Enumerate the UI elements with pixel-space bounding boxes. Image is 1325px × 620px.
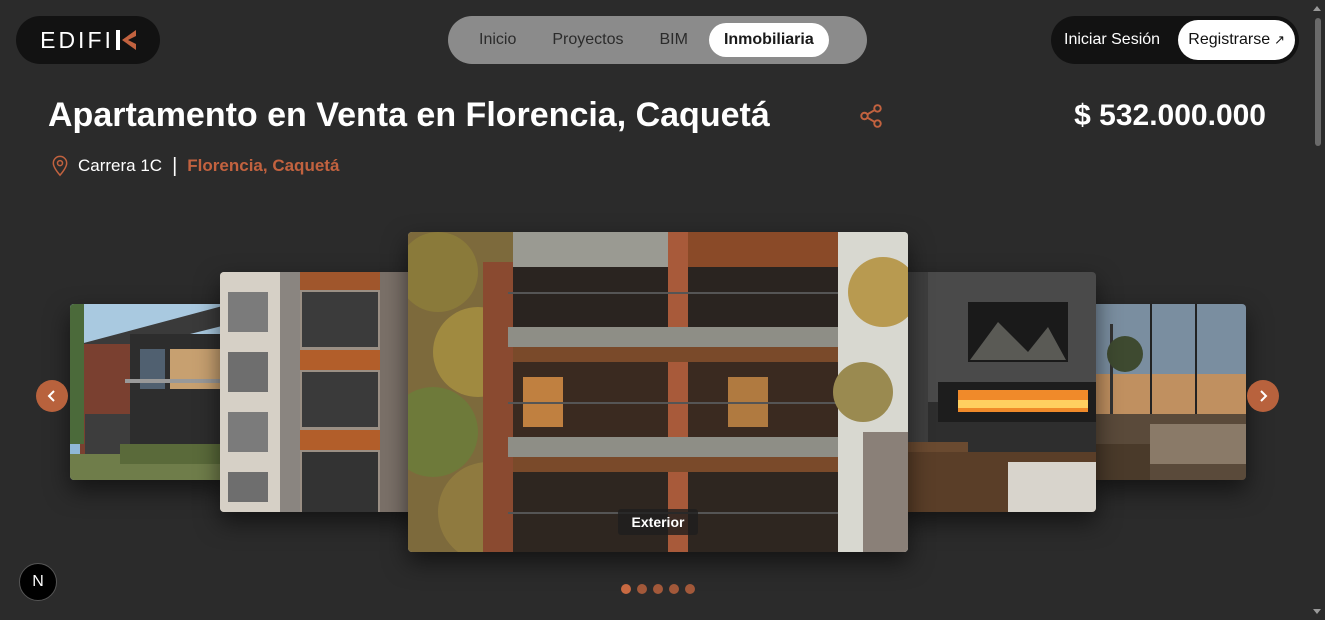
carousel-slide-living-view[interactable] bbox=[1090, 304, 1246, 480]
logo[interactable]: EDIFI bbox=[16, 16, 160, 64]
carousel-dot-3[interactable] bbox=[653, 584, 663, 594]
property-price: $ 532.000.000 bbox=[1074, 99, 1266, 132]
arrow-up-right-icon: ↗ bbox=[1274, 32, 1285, 47]
location-separator: | bbox=[172, 154, 178, 177]
logo-text: EDIFI bbox=[40, 26, 114, 53]
carousel-dots bbox=[621, 584, 695, 594]
carousel-dot-2[interactable] bbox=[637, 584, 647, 594]
share-icon[interactable] bbox=[858, 103, 884, 129]
nextjs-dev-badge[interactable]: N bbox=[19, 563, 57, 601]
carousel-slide-building-facade[interactable] bbox=[220, 272, 420, 512]
carousel-dot-5[interactable] bbox=[685, 584, 695, 594]
scroll-up-arrow-icon[interactable] bbox=[1313, 6, 1321, 11]
address-text: Carrera 1C bbox=[78, 156, 163, 175]
chevron-left-icon bbox=[47, 390, 55, 402]
carousel-dot-4[interactable] bbox=[669, 584, 679, 594]
register-button[interactable]: Registrarse ↗ bbox=[1178, 20, 1295, 60]
nav-item-inicio[interactable]: Inicio bbox=[464, 23, 531, 57]
carousel-dot-1[interactable] bbox=[621, 584, 631, 594]
property-title: Apartamento en Venta en Florencia, Caque… bbox=[48, 96, 770, 134]
city-link[interactable]: Florencia, Caquetá bbox=[187, 156, 339, 176]
carousel-prev-button[interactable] bbox=[36, 380, 68, 412]
register-label: Registrarse bbox=[1188, 31, 1271, 48]
carousel-slide-exterior-main[interactable] bbox=[408, 232, 908, 552]
nav-item-inmobiliaria[interactable]: Inmobiliaria bbox=[708, 23, 829, 57]
carousel-slide-living-fireplace[interactable] bbox=[898, 272, 1096, 512]
property-location: Carrera 1C | Florencia, Caquetá bbox=[50, 154, 339, 178]
chevron-right-icon bbox=[1260, 390, 1268, 402]
page-scrollbar[interactable] bbox=[1310, 0, 1325, 620]
slide-caption: Exterior bbox=[618, 509, 698, 535]
scroll-thumb[interactable] bbox=[1315, 18, 1321, 146]
carousel-slide-house-exterior[interactable] bbox=[70, 304, 230, 480]
nav-item-proyectos[interactable]: Proyectos bbox=[537, 23, 638, 57]
logo-mark-icon bbox=[115, 30, 136, 50]
main-nav: Inicio Proyectos BIM Inmobiliaria bbox=[448, 16, 867, 64]
map-pin-icon bbox=[52, 155, 68, 177]
auth-group: Iniciar Sesión Registrarse ↗ bbox=[1051, 16, 1299, 64]
carousel-next-button[interactable] bbox=[1247, 380, 1279, 412]
nav-item-bim[interactable]: BIM bbox=[645, 23, 703, 57]
scroll-down-arrow-icon[interactable] bbox=[1313, 609, 1321, 614]
login-button[interactable]: Iniciar Sesión bbox=[1064, 31, 1160, 49]
